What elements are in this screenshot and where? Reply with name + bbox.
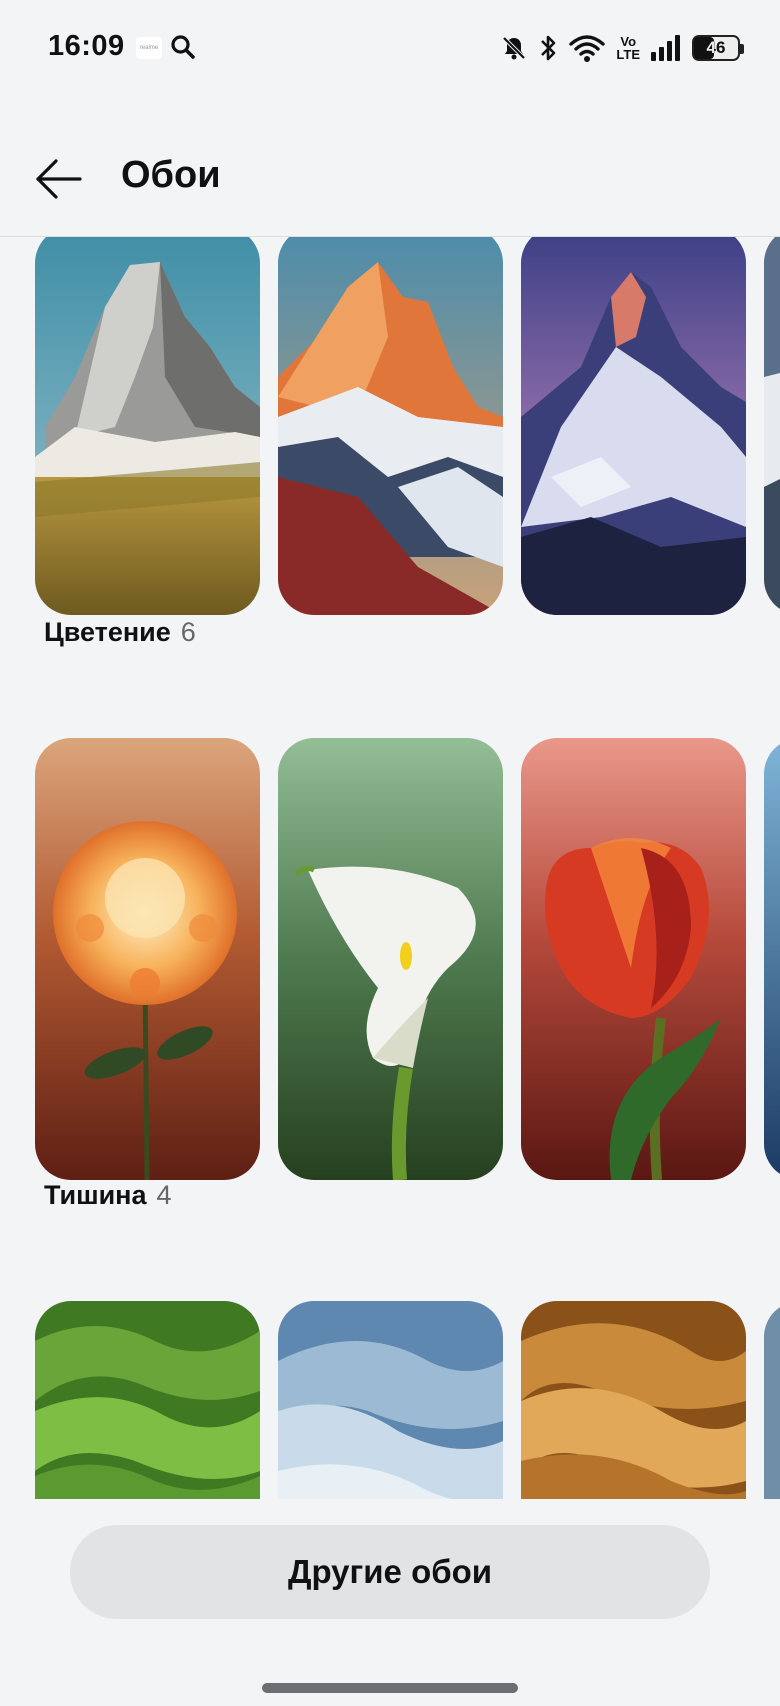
bottom-bar: Другие обои	[0, 1500, 780, 1672]
section-bloom-label: Цветение	[44, 617, 171, 647]
wallpaper-mountain-1[interactable]	[35, 237, 260, 615]
wallpaper-mountain-4[interactable]	[764, 237, 780, 615]
mountains-row[interactable]	[35, 237, 780, 615]
wallpaper-green-hills[interactable]	[35, 1301, 260, 1499]
calla-lily-image	[278, 738, 503, 1180]
tulip-image	[521, 738, 746, 1180]
battery-level: 46	[706, 38, 726, 57]
wifi-icon	[569, 35, 606, 62]
wallpaper-list[interactable]: Цветение 6 Тишина 4	[0, 237, 780, 1499]
silence-4-image	[764, 1301, 780, 1499]
wallpaper-bloom-4[interactable]	[764, 738, 780, 1180]
mountain-1-image	[35, 237, 260, 615]
battery-icon: 46	[692, 35, 744, 61]
blue-dunes-image	[278, 1301, 503, 1499]
section-title-bloom: Цветение 6	[44, 617, 196, 648]
section-silence-label: Тишина	[44, 1180, 147, 1210]
app-header: Обои	[0, 110, 780, 237]
mute-bell-icon	[502, 36, 526, 60]
green-hills-image	[35, 1301, 260, 1499]
wallpaper-chrysanthemum[interactable]	[35, 738, 260, 1180]
silence-row[interactable]	[35, 1301, 780, 1499]
wallpaper-blue-dunes[interactable]	[278, 1301, 503, 1499]
bluetooth-icon	[541, 35, 556, 61]
signal-icon	[651, 35, 680, 61]
mountain-2-image	[278, 237, 503, 615]
chrysanthemum-image	[35, 738, 260, 1180]
section-title-silence: Тишина 4	[44, 1180, 172, 1211]
volte-bottom-label: LTE	[616, 47, 640, 62]
wallpaper-tulip[interactable]	[521, 738, 746, 1180]
realme-notification-icon: realme	[136, 37, 162, 59]
back-arrow-icon[interactable]	[34, 154, 84, 204]
wallpaper-silence-4[interactable]	[764, 1301, 780, 1499]
search-notification-icon	[171, 35, 195, 59]
bloom-row[interactable]	[35, 738, 780, 1180]
section-silence-count: 4	[156, 1180, 172, 1210]
bloom-4-image	[764, 738, 780, 1180]
home-indicator[interactable]	[262, 1683, 518, 1693]
more-wallpapers-button[interactable]: Другие обои	[70, 1525, 710, 1619]
mountain-4-image	[764, 237, 780, 615]
page-title: Обои	[121, 154, 221, 196]
mountain-3-image	[521, 237, 746, 615]
wallpaper-mountain-3[interactable]	[521, 237, 746, 615]
wallpaper-calla-lily[interactable]	[278, 738, 503, 1180]
status-time: 16:09	[48, 30, 125, 62]
wallpaper-sand-dunes[interactable]	[521, 1301, 746, 1499]
volte-icon: Vo LTE	[616, 35, 640, 61]
battery-nub	[740, 44, 744, 54]
wallpaper-mountain-2[interactable]	[278, 237, 503, 615]
section-bloom-count: 6	[180, 617, 196, 647]
status-bar: 16:09 realme Vo LTE 46	[0, 0, 780, 96]
sand-dunes-image	[521, 1301, 746, 1499]
